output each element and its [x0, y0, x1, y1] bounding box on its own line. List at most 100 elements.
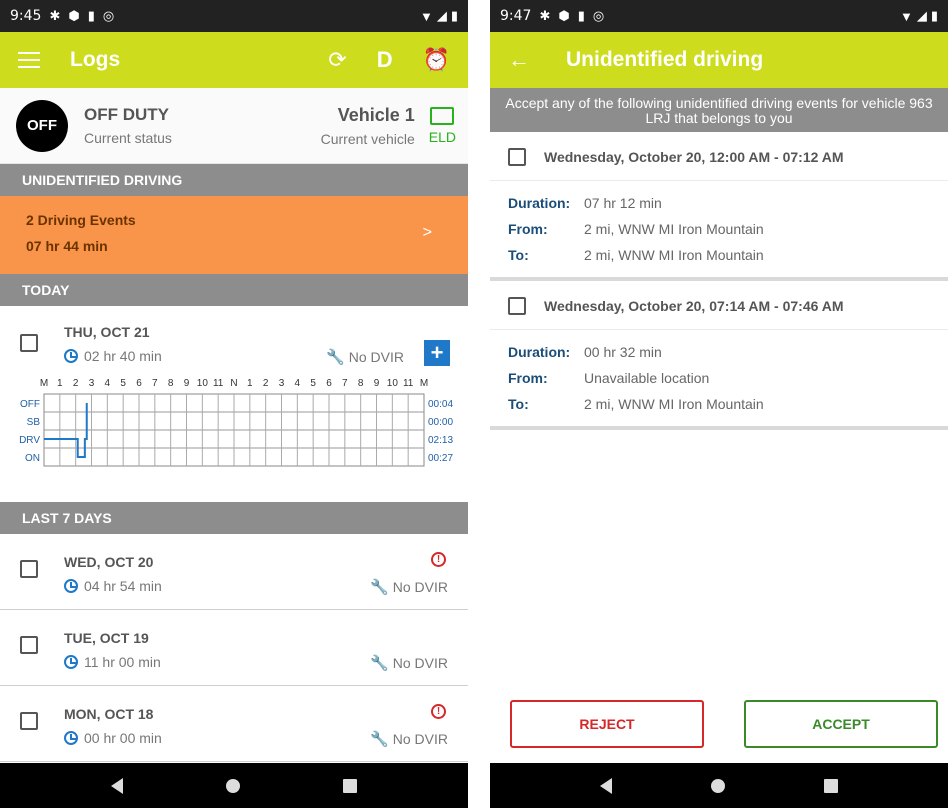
- hour-label: 4: [105, 378, 111, 389]
- today-dvir-text: No DVIR: [348, 349, 404, 365]
- clock-icon: [64, 349, 78, 363]
- event-duration: 00 hr 32 min: [584, 344, 662, 360]
- hour-label: 9: [184, 378, 190, 389]
- hour-label: M: [40, 378, 48, 389]
- sync-icon[interactable]: ⟳: [328, 47, 346, 73]
- duty-status-badge[interactable]: OFF: [16, 99, 68, 152]
- today-header: TODAY: [0, 274, 468, 306]
- shield-notification-icon: ⬢: [68, 8, 80, 23]
- unidentified-driving-card[interactable]: 2 Driving Events 07 hr 44 min >: [0, 196, 468, 274]
- instruction-banner: Accept any of the following unidentified…: [490, 88, 948, 132]
- row-total: 02:13: [428, 435, 453, 446]
- day-dvir[interactable]: 🔧 No DVIR: [370, 654, 448, 672]
- current-vehicle-name: Vehicle 1: [337, 104, 415, 125]
- event-checkbox[interactable]: [508, 297, 526, 315]
- signal-icon: ◢: [916, 8, 927, 23]
- clock-icon: [64, 655, 78, 669]
- wrench-icon: 🔧: [370, 579, 389, 596]
- last-7-days-header: LAST 7 DAYS: [0, 502, 468, 534]
- day-dvir[interactable]: 🔧 No DVIR: [370, 730, 448, 748]
- nav-recents-icon[interactable]: [342, 778, 357, 793]
- reject-button[interactable]: REJECT: [510, 700, 704, 748]
- wrench-icon: 🔧: [326, 349, 345, 366]
- day-duration: 00 hr 00 min: [64, 730, 162, 746]
- hos-log-grid: M 1 2 3 4 5 6 7 8 9 10 11 N 1 2 3 4 5 6 7 8 9 10 11 MOFF 00:04SB 0…: [19, 378, 453, 467]
- event-checkbox[interactable]: [508, 148, 526, 166]
- today-dvir[interactable]: 🔧 No DVIR: [326, 348, 404, 366]
- hour-label: 11: [403, 378, 414, 389]
- chevron-right-icon: >: [422, 224, 432, 241]
- day-dvir[interactable]: 🔧 No DVIR: [370, 578, 448, 596]
- vpn-icon: ◎: [102, 8, 115, 23]
- current-status-row: OFF OFF DUTY Current status Vehicle 1 Cu…: [0, 88, 468, 164]
- day-duration-text: 11 hr 00 min: [84, 654, 161, 670]
- day-log-row[interactable]: MON, OCT 18 00 hr 00 min ! 🔧 No DVIR: [0, 686, 468, 762]
- duration-label: Duration:: [508, 195, 571, 211]
- to-label: To:: [508, 247, 529, 263]
- hour-label: 2: [73, 378, 79, 389]
- day-dvir-text: No DVIR: [392, 655, 448, 671]
- day-duration: 04 hr 54 min: [64, 578, 162, 594]
- day-log-row[interactable]: TUE, OCT 19 11 hr 00 min 🔧 No DVIR: [0, 610, 468, 686]
- battery-icon: ▮: [930, 8, 938, 23]
- nav-back-icon[interactable]: [599, 777, 612, 794]
- nav-home-icon[interactable]: [225, 778, 240, 793]
- nav-recents-icon[interactable]: [824, 778, 839, 793]
- settings-notification-icon: ✱: [49, 8, 61, 23]
- hour-label: M: [420, 378, 428, 389]
- duty-status-button[interactable]: D: [377, 47, 393, 73]
- unidentified-driving-header: UNIDENTIFIED DRIVING: [0, 164, 468, 196]
- alarm-clock-icon[interactable]: ⏰: [423, 47, 450, 73]
- row-total: 00:00: [428, 417, 453, 428]
- day-checkbox[interactable]: [20, 712, 38, 730]
- hour-label: 1: [247, 378, 253, 389]
- signal-icon: ◢: [436, 8, 447, 23]
- sd-card-icon: ▮: [87, 8, 95, 23]
- eld-connection[interactable]: ELD: [428, 106, 456, 145]
- eld-label: ELD: [428, 128, 456, 145]
- current-vehicle-caption: Current vehicle: [320, 130, 415, 147]
- today-duration: 02 hr 40 min: [64, 348, 162, 364]
- row-label: DRV: [19, 435, 40, 446]
- hour-label: 11: [213, 378, 224, 389]
- alert-icon[interactable]: !: [431, 552, 446, 567]
- day-duration-text: 00 hr 00 min: [84, 730, 162, 746]
- event-to: 2 mi, WNW MI Iron Mountain: [584, 247, 764, 263]
- current-duty-status: OFF DUTY: [84, 105, 169, 124]
- alert-icon[interactable]: !: [431, 704, 446, 719]
- back-arrow-icon[interactable]: ←: [508, 47, 530, 73]
- today-log[interactable]: THU, OCT 21 02 hr 40 min 🔧 No DVIR + M12…: [0, 306, 468, 502]
- event-duration: 07 hr 12 min: [584, 195, 662, 211]
- wifi-icon: ▼: [419, 8, 433, 24]
- wrench-icon: 🔧: [370, 731, 389, 748]
- day-date: MON, OCT 18: [64, 706, 154, 722]
- hour-label: 9: [374, 378, 380, 389]
- hamburger-menu-icon[interactable]: [18, 52, 40, 68]
- add-dvir-button[interactable]: +: [424, 340, 450, 366]
- app-bar: Logs ⟳ D ⏰: [0, 32, 468, 88]
- today-checkbox[interactable]: [20, 334, 38, 352]
- hour-label: 8: [358, 378, 364, 389]
- day-checkbox[interactable]: [20, 560, 38, 578]
- hour-label: 10: [197, 378, 209, 389]
- hour-label: 7: [342, 378, 348, 389]
- from-label: From:: [508, 221, 548, 237]
- day-log-row[interactable]: WED, OCT 20 04 hr 54 min ! 🔧 No DVIR: [0, 534, 468, 610]
- nav-home-icon[interactable]: [710, 778, 725, 793]
- day-dvir-text: No DVIR: [392, 579, 448, 595]
- android-navigation-bar: [0, 763, 468, 808]
- event-time-range: Wednesday, October 20, 12:00 AM - 07:12 …: [544, 149, 844, 165]
- hour-label: 4: [295, 378, 301, 389]
- app-bar: ← Unidentified driving: [490, 32, 948, 88]
- hour-label: 6: [326, 378, 332, 389]
- driving-event: Wednesday, October 20, 12:00 AM - 07:12 …: [490, 132, 948, 281]
- day-duration: 11 hr 00 min: [64, 654, 161, 670]
- day-checkbox[interactable]: [20, 636, 38, 654]
- hour-label: 6: [136, 378, 142, 389]
- nav-back-icon[interactable]: [111, 777, 124, 794]
- current-status-caption: Current status: [84, 130, 172, 146]
- day-duration-text: 04 hr 54 min: [84, 578, 162, 594]
- event-to: 2 mi, WNW MI Iron Mountain: [584, 396, 764, 412]
- accept-button[interactable]: ACCEPT: [744, 700, 938, 748]
- status-bar: 9:45 ✱ ⬢ ▮ ◎ ▼ ◢ ▮: [0, 0, 468, 32]
